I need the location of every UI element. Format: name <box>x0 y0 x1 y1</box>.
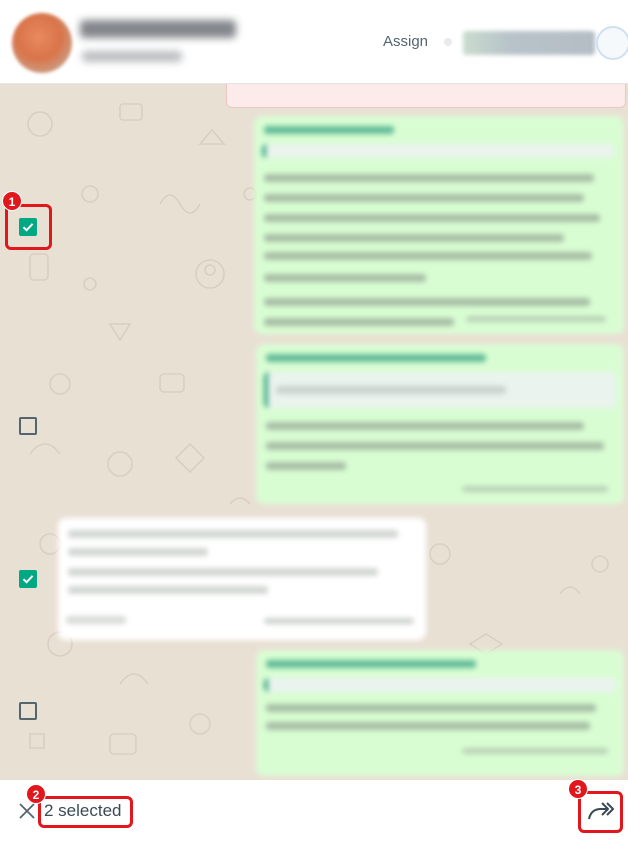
assign-agent-select[interactable] <box>463 31 595 55</box>
message-bubble-outgoing[interactable] <box>256 650 624 776</box>
annotation-highlight <box>38 796 133 828</box>
assign-indicator <box>444 38 452 46</box>
message-bubble-outgoing[interactable] <box>254 116 624 334</box>
message-list[interactable]: 1 <box>0 84 628 780</box>
contact-status-redacted <box>82 51 182 62</box>
message-bubble-incoming[interactable] <box>58 518 426 640</box>
contact-name-redacted <box>80 20 236 38</box>
contact-avatar[interactable] <box>12 13 72 73</box>
annotation-marker: 2 <box>26 784 46 804</box>
assign-toggle-button[interactable] <box>596 26 628 60</box>
annotation-marker: 3 <box>568 779 588 799</box>
pinned-notice-banner <box>226 84 626 108</box>
annotation-highlight <box>578 791 623 833</box>
checkmark-icon <box>22 575 34 584</box>
message-select-checkbox[interactable] <box>19 570 37 588</box>
message-bubble-outgoing[interactable] <box>256 344 624 504</box>
assign-label: Assign <box>383 33 429 50</box>
message-select-checkbox[interactable] <box>19 702 37 720</box>
chat-header: Assign <box>0 0 628 84</box>
message-select-checkbox[interactable] <box>19 417 37 435</box>
annotation-marker: 1 <box>2 191 22 211</box>
